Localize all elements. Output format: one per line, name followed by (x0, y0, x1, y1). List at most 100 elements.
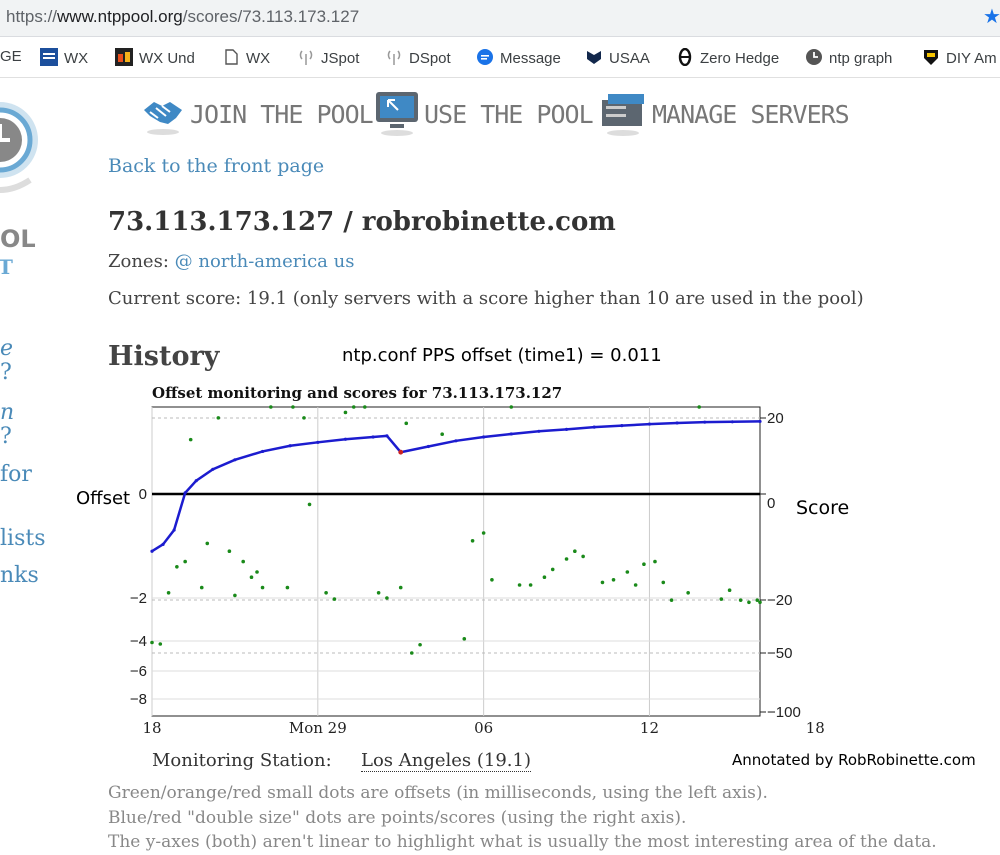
offset-dot (188, 437, 193, 442)
left-axis-tick-label: −6 (130, 663, 147, 680)
score-dot (454, 439, 458, 443)
offset-dot (285, 585, 290, 590)
offset-dot (260, 585, 265, 590)
offset-dot (669, 598, 674, 602)
offset-dot (642, 562, 646, 566)
score-dot (172, 528, 176, 532)
annotation-score-label: Score (796, 497, 850, 519)
offset-dot (747, 600, 751, 605)
x-axis-tick-label: Mon 29 (289, 719, 347, 737)
offset-dot (653, 559, 657, 564)
offset-dot (418, 642, 422, 647)
offset-dot (481, 531, 486, 535)
offset-dot (307, 502, 312, 507)
score-dot (316, 440, 320, 444)
offset-dot (158, 642, 163, 646)
score-dot (647, 422, 652, 426)
offset-dot (409, 651, 414, 655)
score-dot (343, 437, 348, 441)
offset-dot (758, 600, 762, 605)
offset-dot (343, 410, 348, 415)
annotation-offset-label: Offset (76, 488, 131, 509)
offset-dot (573, 549, 577, 553)
offset-dot (462, 637, 467, 641)
offset-dot (686, 591, 690, 595)
offset-dot (199, 585, 204, 590)
offset-dot (542, 575, 547, 579)
offset-dot (249, 575, 254, 579)
right-axis-tick-label: 20 (767, 410, 784, 427)
legend-note: The y-axes (both) aren't linear to highl… (108, 832, 937, 852)
right-axis-tick-label: −20 (767, 592, 792, 609)
offset-dot (727, 588, 732, 592)
offset-dot (661, 580, 666, 585)
offset-dot (302, 416, 306, 420)
left-axis-tick-label: −2 (130, 590, 147, 607)
offset-dot (633, 583, 638, 587)
score-dot (703, 420, 707, 424)
offset-dot (351, 405, 356, 409)
offset-dot (227, 549, 232, 553)
x-axis-tick-label: 18 (806, 719, 825, 737)
offset-dot (611, 578, 616, 582)
score-dot (675, 421, 679, 425)
offset-dot (440, 432, 444, 436)
score-dot (592, 425, 596, 429)
score-dot (758, 419, 762, 424)
offset-dot (398, 585, 403, 590)
offset-dot (564, 557, 569, 561)
score-dot (564, 427, 569, 431)
offset-dot (175, 565, 179, 569)
legend-note: Blue/red "double size" dots are points/s… (108, 808, 687, 828)
offset-dot (404, 421, 409, 426)
left-axis-tick-label: 0 (139, 486, 147, 503)
right-axis-tick-label: −100 (767, 704, 801, 721)
score-dot (385, 434, 389, 438)
right-axis-tick-label: −50 (767, 645, 792, 662)
score-dot (288, 444, 292, 448)
station-los-angeles[interactable]: Los Angeles (19.1) (361, 750, 532, 772)
score-drop-dot (398, 449, 404, 455)
offset-dot (291, 405, 295, 409)
score-dot (183, 491, 187, 495)
legend-note: Green/orange/red small dots are offsets … (108, 783, 768, 803)
score-dot (194, 479, 198, 483)
offset-dot (550, 567, 555, 572)
left-axis-tick-label: −4 (130, 633, 147, 650)
offset-dot (216, 416, 221, 420)
offset-dot (363, 405, 367, 409)
offset-dot (166, 591, 171, 595)
offset-dot (719, 597, 724, 601)
score-dot (426, 444, 430, 449)
offset-dot (738, 598, 743, 602)
offset-dot (255, 570, 259, 574)
offset-dot (205, 541, 210, 546)
x-axis-tick-label: 06 (474, 719, 493, 737)
offset-dot (150, 640, 154, 645)
offset-dot (490, 578, 494, 582)
score-dot (211, 467, 215, 471)
offset-score-chart: 0 −2 −4 −6 −8 20 0 −20 −50 −100 18 Mon 29 06 12 18 (130, 405, 825, 737)
offset-dot (528, 583, 533, 587)
offset-dot (600, 580, 605, 585)
offset-dot (324, 591, 328, 595)
offset-dot (385, 596, 389, 600)
offset-dot (517, 583, 522, 587)
score-dot (371, 435, 375, 439)
score-dot (233, 458, 237, 462)
left-axis-tick-label: −8 (130, 691, 147, 708)
offset-dot (581, 554, 585, 559)
score-dot (150, 549, 154, 553)
offset-dot (376, 591, 381, 595)
right-axis-tick-label: 0 (767, 495, 775, 512)
offset-dot (332, 597, 337, 601)
score-dot (161, 542, 165, 546)
x-axis-tick-label: 18 (142, 719, 161, 737)
station-label: Monitoring Station: (152, 750, 332, 771)
score-dot (730, 420, 734, 424)
offset-dot (233, 593, 237, 598)
offset-dot (697, 405, 701, 409)
offset-dot (470, 539, 475, 543)
score-dot (620, 424, 624, 428)
score-dot (537, 429, 541, 433)
